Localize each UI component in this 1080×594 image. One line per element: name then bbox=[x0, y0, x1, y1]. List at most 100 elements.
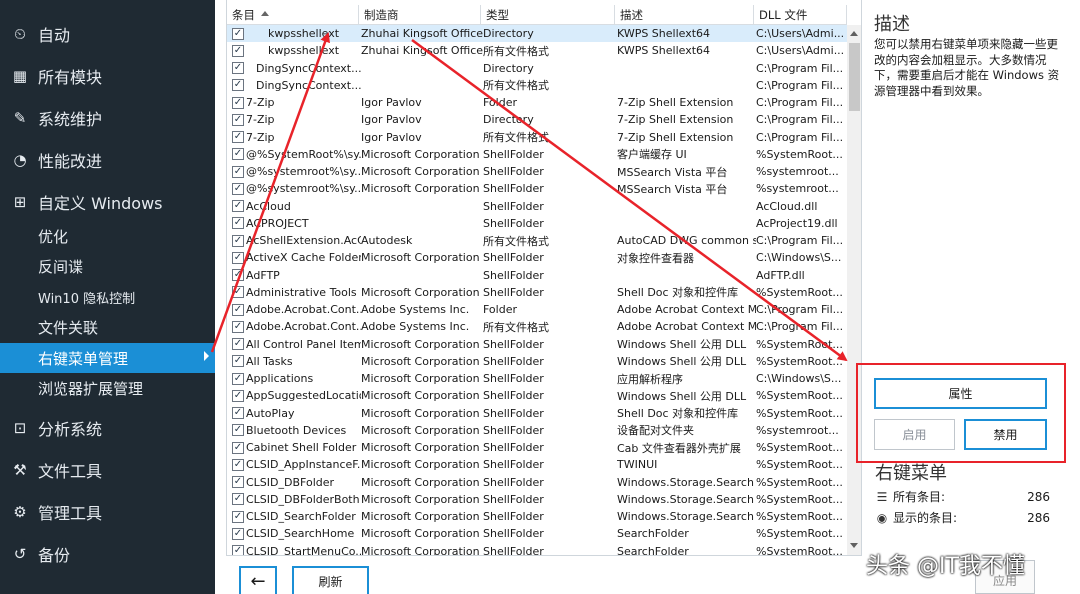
scroll-up-icon[interactable] bbox=[850, 31, 858, 36]
scroll-down-icon[interactable] bbox=[850, 543, 858, 548]
column-header-1[interactable]: 制造商 bbox=[359, 5, 481, 25]
table-row[interactable]: ✓ Adobe.Acrobat.Cont... Adobe Systems Inc.… bbox=[227, 301, 847, 318]
table-row[interactable]: ✓ 7-Zip Igor Pavlov Folder 7-Zip Shell Exten… bbox=[227, 94, 847, 111]
table-row[interactable]: ✓ ActiveX Cache Folder Microsoft Corporati… bbox=[227, 249, 847, 266]
table-row[interactable]: ✓ CLSID_StartMenuCo... Microsoft Corporati… bbox=[227, 543, 847, 555]
sidebar-item-8[interactable]: 文件关联 bbox=[0, 313, 215, 341]
table-row[interactable]: ✓ DingSyncContext... Directory C:\Program F… bbox=[227, 60, 847, 77]
row-checkbox[interactable]: ✓ bbox=[232, 458, 244, 471]
row-checkbox[interactable]: ✓ bbox=[232, 389, 244, 402]
row-checkbox[interactable]: ✓ bbox=[232, 96, 244, 109]
sidebar-item-0[interactable]: ⏲ 自动 bbox=[0, 17, 215, 51]
row-checkbox[interactable]: ✓ bbox=[232, 44, 244, 57]
row-checkbox[interactable]: ✓ bbox=[232, 441, 244, 454]
table-cell: CLSID_DBFolderBoth bbox=[246, 492, 360, 506]
table-cell: Microsoft Corporation bbox=[361, 165, 480, 179]
table-row[interactable]: ✓ CLSID_DBFolderBoth Microsoft Corporation… bbox=[227, 491, 847, 508]
refresh-button[interactable]: 刷新 bbox=[292, 566, 369, 594]
table-row[interactable]: ✓ CLSID_SearchHome Microsoft Corporation Sh… bbox=[227, 525, 847, 542]
table-row[interactable]: ✓ 7-Zip Igor Pavlov Directory 7-Zip Shell Ex… bbox=[227, 111, 847, 128]
row-checkbox[interactable]: ✓ bbox=[232, 493, 244, 506]
table-cell: ShellFolder bbox=[483, 182, 544, 196]
sidebar-item-5[interactable]: 优化 bbox=[0, 222, 215, 250]
table-row[interactable]: ✓ CLSID_DBFolder Microsoft Corporation Shel… bbox=[227, 474, 847, 491]
row-checkbox[interactable]: ✓ bbox=[232, 527, 244, 540]
row-checkbox[interactable]: ✓ bbox=[232, 355, 244, 368]
row-checkbox[interactable]: ✓ bbox=[232, 476, 244, 489]
table-row[interactable]: ✓ @%systemroot%\sy... Microsoft Corporatio… bbox=[227, 180, 847, 197]
row-checkbox[interactable]: ✓ bbox=[232, 545, 244, 555]
sidebar-item-7[interactable]: Win10 隐私控制 bbox=[0, 283, 215, 311]
sidebar-item-10[interactable]: 浏览器扩展管理 bbox=[0, 374, 215, 402]
table-row[interactable]: ✓ AcCloud ShellFolder AcCloud.dll bbox=[227, 198, 847, 215]
row-checkbox[interactable]: ✓ bbox=[232, 165, 244, 178]
table-row[interactable]: ✓ @%SystemRoot%\sy... Microsoft Corporatio… bbox=[227, 146, 847, 163]
sidebar-item-9[interactable]: 右键菜单管理 bbox=[0, 343, 215, 373]
table-cell: Microsoft Corporation bbox=[361, 406, 480, 420]
table-row[interactable]: ✓ Bluetooth Devices Microsoft Corporation S… bbox=[227, 422, 847, 439]
table-row[interactable]: ✓ AutoPlay Microsoft Corporation ShellFolde… bbox=[227, 405, 847, 422]
sidebar-item-11[interactable]: ⊡ 分析系统 bbox=[0, 411, 215, 445]
row-checkbox[interactable]: ✓ bbox=[232, 234, 244, 247]
column-header-3[interactable]: 描述 bbox=[615, 5, 754, 25]
row-checkbox[interactable]: ✓ bbox=[232, 251, 244, 264]
row-checkbox[interactable]: ✓ bbox=[232, 424, 244, 437]
table-row[interactable]: ✓ @%systemroot%\sy... Microsoft Corporatio… bbox=[227, 163, 847, 180]
back-button[interactable]: ← bbox=[239, 566, 277, 594]
disable-button[interactable]: 禁用 bbox=[964, 419, 1047, 450]
row-checkbox[interactable]: ✓ bbox=[232, 79, 244, 92]
row-checkbox[interactable]: ✓ bbox=[232, 62, 244, 75]
column-header-0[interactable]: 条目 bbox=[227, 5, 359, 25]
row-checkbox[interactable]: ✓ bbox=[232, 217, 244, 230]
sidebar-item-label: 自动 bbox=[38, 26, 71, 45]
sidebar-item-12[interactable]: ⚒ 文件工具 bbox=[0, 453, 215, 487]
table-row[interactable]: ✓ 7-Zip Igor Pavlov 所有文件格式 7-Zip Shell Exten… bbox=[227, 129, 847, 146]
table-row[interactable]: ✓ All Control Panel Items Microsoft Corpor… bbox=[227, 336, 847, 353]
table-row[interactable]: ✓ Applications Microsoft Corporation ShellF… bbox=[227, 370, 847, 387]
column-header-4[interactable]: DLL 文件 bbox=[754, 5, 847, 25]
row-checkbox[interactable]: ✓ bbox=[232, 148, 244, 161]
vertical-scrollbar[interactable] bbox=[847, 25, 861, 555]
table-row[interactable]: ✓ kwpsshellext Zhuhai Kingsoft Office ...D… bbox=[227, 25, 847, 43]
sidebar-item-13[interactable]: ⚙ 管理工具 bbox=[0, 495, 215, 529]
sidebar-item-3[interactable]: ◔ 性能改进 bbox=[0, 143, 215, 177]
table-row[interactable]: ✓ CLSID_AppInstanceF... Microsoft Corporat… bbox=[227, 456, 847, 473]
table-row[interactable]: ✓ CLSID_SearchFolder Microsoft Corporation… bbox=[227, 508, 847, 525]
row-checkbox[interactable]: ✓ bbox=[232, 286, 244, 299]
sidebar-item-label: 备份 bbox=[38, 546, 71, 565]
sidebar-item-4[interactable]: ⊞ 自定义 Windows bbox=[0, 185, 215, 219]
table-row[interactable]: ✓ Administrative Tools Microsoft Corporati… bbox=[227, 284, 847, 301]
table-cell: Directory bbox=[483, 27, 534, 41]
table-row[interactable]: ✓ All Tasks Microsoft Corporation ShellFold… bbox=[227, 353, 847, 370]
table-row[interactable]: ✓ ACPROJECT ShellFolder AcProject19.dll bbox=[227, 215, 847, 232]
row-checkbox[interactable]: ✓ bbox=[232, 510, 244, 523]
row-checkbox[interactable]: ✓ bbox=[232, 182, 244, 195]
row-checkbox[interactable]: ✓ bbox=[232, 131, 244, 144]
table-row[interactable]: ✓ kwpsshellext Zhuhai Kingsoft Office ...所… bbox=[227, 42, 847, 59]
row-checkbox[interactable]: ✓ bbox=[232, 320, 244, 333]
sidebar-item-14[interactable]: ↺ 备份 bbox=[0, 537, 215, 571]
scroll-thumb[interactable] bbox=[849, 43, 860, 111]
table-row[interactable]: ✓ AdFTP ShellFolder AdFTP.dll bbox=[227, 267, 847, 284]
table-row[interactable]: ✓ DingSyncContext... 所有文件格式 C:\Program Fil.… bbox=[227, 77, 847, 94]
table-row[interactable]: ✓AcShellExtension.AcC...Autodesk 所有文件格式 Au… bbox=[227, 232, 847, 249]
sidebar-item-6[interactable]: 反间谍 bbox=[0, 252, 215, 280]
row-checkbox[interactable]: ✓ bbox=[232, 372, 244, 385]
row-checkbox[interactable]: ✓ bbox=[232, 407, 244, 420]
table-cell: Igor Pavlov bbox=[361, 113, 422, 127]
table-row[interactable]: ✓AppSuggestedLocationsMicrosoft Corporat… bbox=[227, 387, 847, 404]
column-header-2[interactable]: 类型 bbox=[481, 5, 615, 25]
row-checkbox[interactable]: ✓ bbox=[232, 27, 244, 40]
row-checkbox[interactable]: ✓ bbox=[232, 338, 244, 351]
properties-button[interactable]: 属性 bbox=[874, 378, 1047, 409]
sidebar-item-2[interactable]: ✎ 系统维护 bbox=[0, 101, 215, 135]
row-checkbox[interactable]: ✓ bbox=[232, 113, 244, 126]
table-row[interactable]: ✓ Adobe.Acrobat.Cont... Adobe Systems Inc.… bbox=[227, 318, 847, 335]
enable-button[interactable]: 启用 bbox=[874, 419, 955, 450]
row-checkbox[interactable]: ✓ bbox=[232, 269, 244, 282]
table-row[interactable]: ✓ Cabinet Shell Folder Microsoft Corporati… bbox=[227, 439, 847, 456]
row-checkbox[interactable]: ✓ bbox=[232, 303, 244, 316]
table-cell: 7-Zip bbox=[246, 130, 275, 144]
sidebar-item-1[interactable]: ▦ 所有模块 bbox=[0, 59, 215, 93]
row-checkbox[interactable]: ✓ bbox=[232, 200, 244, 213]
